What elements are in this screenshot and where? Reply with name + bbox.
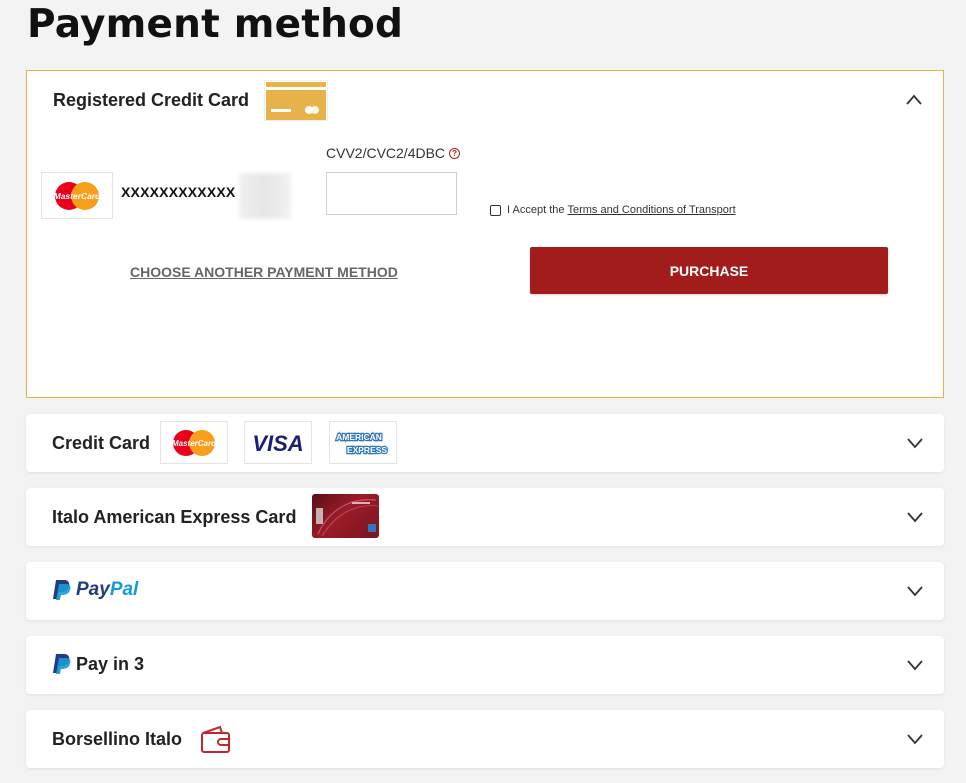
cvv-label: CVV2/CVC2/4DBC?: [326, 145, 461, 161]
chevron-down-icon[interactable]: [906, 508, 924, 526]
masked-card-number: XXXXXXXXXXXX: [121, 184, 236, 200]
help-icon[interactable]: ?: [449, 148, 461, 159]
accept-terms-label: I Accept the: [507, 204, 565, 216]
purchase-button[interactable]: PURCHASE: [530, 247, 888, 294]
italo-amex-label: Italo American Express Card: [52, 507, 297, 527]
visa-logo: VISA: [244, 421, 312, 464]
registered-credit-card-header[interactable]: Registered Credit Card: [53, 90, 249, 111]
pay-in-3-heading: Pay in 3: [52, 653, 144, 675]
paypal-logo: Pay Pal: [52, 579, 138, 601]
wallet-icon: [200, 724, 232, 759]
italo-amex-panel[interactable]: Italo American Express Card: [26, 488, 944, 546]
accept-terms-checkbox[interactable]: [490, 204, 501, 216]
mastercard-logo: MasterCard: [160, 421, 228, 464]
choose-another-payment-link[interactable]: CHOOSE ANOTHER PAYMENT METHOD: [130, 264, 398, 280]
redacted-digits: [239, 173, 291, 219]
svg-text:MasterCard: MasterCard: [172, 439, 217, 448]
american-express-logo: AMERICAN EXPRESS: [329, 421, 397, 464]
borsellino-italo-label: Borsellino Italo: [52, 729, 183, 749]
paypal-icon: [53, 580, 71, 600]
italo-amex-card-image: [312, 494, 379, 538]
credit-card-icon: [264, 80, 328, 121]
page-title: Payment method: [27, 2, 404, 47]
paypal-panel[interactable]: Pay Pal: [26, 562, 944, 620]
chevron-down-icon[interactable]: [906, 582, 924, 600]
pay-in-3-panel[interactable]: Pay in 3: [26, 636, 944, 694]
pay-in-3-label: Pay in 3: [76, 653, 145, 674]
terms-link[interactable]: Terms and Conditions of Transport: [567, 204, 735, 216]
accept-terms: I Accept the Terms and Conditions of Tra…: [490, 204, 736, 216]
borsellino-italo-panel[interactable]: Borsellino Italo: [26, 710, 944, 768]
mastercard-logo: MasterCard: [41, 172, 113, 219]
chevron-down-icon[interactable]: [906, 730, 924, 748]
paypal-icon: [53, 654, 71, 674]
svg-text:AMERICAN: AMERICAN: [336, 432, 382, 442]
cvv-input[interactable]: [326, 172, 457, 215]
chevron-up-icon[interactable]: [905, 91, 923, 109]
chevron-down-icon[interactable]: [906, 434, 924, 452]
paypal-text-pay: Pay: [76, 579, 110, 600]
chevron-down-icon[interactable]: [906, 656, 924, 674]
svg-text:VISA: VISA: [252, 431, 303, 456]
registered-credit-card-panel: Registered Credit Card MasterCard XXXXXX…: [26, 70, 944, 398]
paypal-text-pal: Pal: [109, 579, 139, 600]
svg-text:EXPRESS: EXPRESS: [347, 445, 387, 455]
svg-text:MasterCard: MasterCard: [54, 191, 102, 201]
credit-card-panel[interactable]: Credit Card MasterCard VISA AMERICAN EXP…: [26, 414, 944, 472]
credit-card-label: Credit Card: [52, 433, 151, 453]
